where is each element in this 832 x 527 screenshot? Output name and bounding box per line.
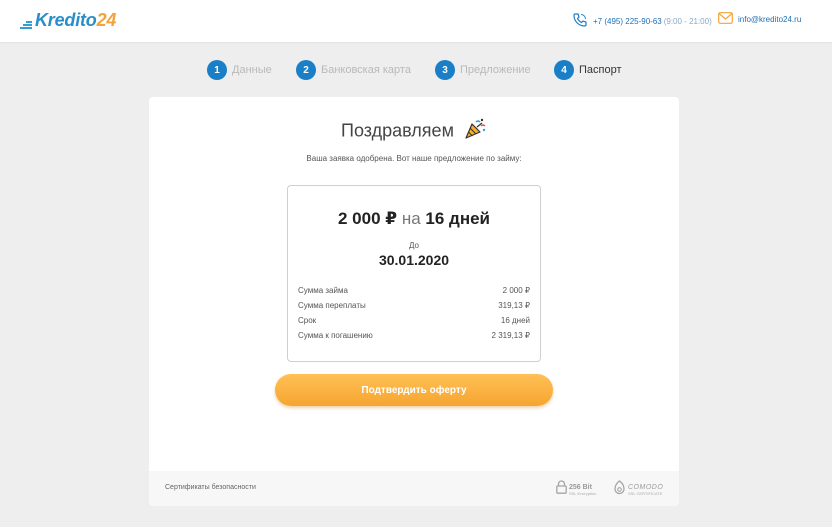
detail-row: Срок 16 дней xyxy=(298,313,530,328)
ssl-badge-text: 256 Bit xyxy=(569,483,592,491)
step-bank-card: 2 Банковская карта xyxy=(296,60,411,80)
progress-steps: 1 Данные 2 Банковская карта 3 Предложени… xyxy=(0,60,832,82)
detail-row: Сумма переплаты 319,13 ₽ xyxy=(298,298,530,313)
offer-summary: 2 000 ₽ на 16 дней До 30.01.2020 Сумма з… xyxy=(287,185,541,362)
step-number: 3 xyxy=(435,60,455,80)
comodo-badge: COMODO SSL CERTIFICATE xyxy=(614,480,663,500)
site-header: Kredito24 +7 (495) 225-90-63 (9:00 - 21:… xyxy=(0,0,832,42)
step-label: Данные xyxy=(232,64,272,76)
logo[interactable]: Kredito24 xyxy=(20,10,116,30)
envelope-icon xyxy=(718,12,733,26)
detail-value: 16 дней xyxy=(500,316,530,325)
step-label: Банковская карта xyxy=(321,64,411,76)
detail-label: Сумма переплаты xyxy=(298,301,366,310)
offer-card: Поздравляем Ваша заявка одобрена. Вот на… xyxy=(149,97,679,506)
security-footer: Сертификаты безопасности 256 Bit SSL Enc… xyxy=(149,471,679,506)
detail-row: Сумма к погашению 2 319,13 ₽ xyxy=(298,328,530,343)
email-link[interactable]: info@kredito24.ru xyxy=(738,15,801,24)
logo-text: Kredito24 xyxy=(35,10,117,30)
comodo-badge-text: COMODO xyxy=(628,484,664,491)
offer-headline: 2 000 ₽ на 16 дней xyxy=(288,209,540,229)
page-title: Поздравляем xyxy=(149,117,679,146)
detail-label: Срок xyxy=(298,316,317,325)
detail-label: Сумма к погашению xyxy=(298,331,373,340)
detail-label: Сумма займа xyxy=(298,286,348,295)
step-number: 4 xyxy=(554,60,574,80)
confirm-offer-button[interactable]: Подтвердить оферту xyxy=(275,374,553,406)
offer-on: на xyxy=(401,209,421,228)
detail-value: 2 319,13 ₽ xyxy=(491,331,530,340)
step-label: Паспорт xyxy=(579,64,622,76)
phone-number[interactable]: +7 (495) 225-90-63 xyxy=(593,17,662,26)
ssl-badge: 256 Bit SSL Encryption xyxy=(556,480,596,499)
step-data: 1 Данные xyxy=(207,60,272,80)
offer-details: Сумма займа 2 000 ₽ Сумма переплаты 319,… xyxy=(298,283,530,343)
approval-message: Ваша заявка одобрена. Вот наше предложен… xyxy=(306,154,522,163)
lock-icon xyxy=(556,480,567,499)
offer-amount: 2 000 ₽ xyxy=(337,209,398,228)
phone-hours: (9:00 - 21:00) xyxy=(663,16,712,26)
step-number: 2 xyxy=(296,60,316,80)
phone-icon xyxy=(572,12,588,30)
comodo-shield-icon xyxy=(614,480,625,500)
offer-term: 16 дней xyxy=(425,209,490,228)
step-passport: 4 Паспорт xyxy=(554,60,622,80)
detail-value: 319,13 ₽ xyxy=(498,301,530,310)
comodo-badge-sub: SSL CERTIFICATE xyxy=(628,491,663,496)
until-label: До xyxy=(409,241,419,250)
step-offer: 3 Предложение xyxy=(435,60,531,80)
logo-mark-icon xyxy=(20,16,34,30)
until-date: 30.01.2020 xyxy=(378,252,450,268)
step-number: 1 xyxy=(207,60,227,80)
step-label: Предложение xyxy=(460,64,531,76)
phone-contact[interactable]: +7 (495) 225-90-63 (9:00 - 21:00) xyxy=(572,12,712,30)
title-text: Поздравляем xyxy=(341,120,454,141)
detail-row: Сумма займа 2 000 ₽ xyxy=(298,283,530,298)
party-popper-icon xyxy=(463,117,487,146)
ssl-badge-sub: SSL Encryption xyxy=(569,490,597,496)
email-contact[interactable]: info@kredito24.ru xyxy=(718,12,801,26)
detail-value: 2 000 ₽ xyxy=(502,286,530,295)
certificates-label: Сертификаты безопасности xyxy=(165,484,256,491)
